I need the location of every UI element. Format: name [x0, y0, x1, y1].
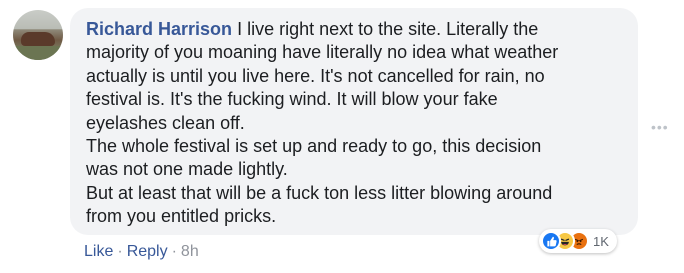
comment-timestamp[interactable]: 8h — [181, 243, 199, 260]
more-options-icon[interactable]: ••• — [651, 119, 669, 135]
comment-actions: Like · Reply · 8h — [84, 243, 199, 261]
like-button[interactable]: Like — [84, 243, 113, 260]
avatar-grass-shape — [13, 46, 63, 60]
avatar[interactable] — [13, 10, 63, 60]
comment: Richard Harrison I live right next to th… — [0, 0, 684, 273]
comment-body: I live right next to the site. Literally… — [86, 19, 559, 227]
reactions-summary[interactable]: 1K — [539, 229, 617, 253]
reply-button[interactable]: Reply — [127, 243, 168, 260]
avatar-hill-shape — [21, 32, 55, 46]
action-separator: · — [117, 243, 123, 260]
comment-author[interactable]: Richard Harrison — [86, 19, 232, 39]
reaction-count: 1K — [593, 233, 609, 249]
action-separator: · — [171, 243, 177, 260]
comment-text: Richard Harrison I live right next to th… — [86, 18, 626, 229]
like-icon — [541, 231, 561, 251]
comment-bubble: Richard Harrison I live right next to th… — [70, 8, 638, 235]
